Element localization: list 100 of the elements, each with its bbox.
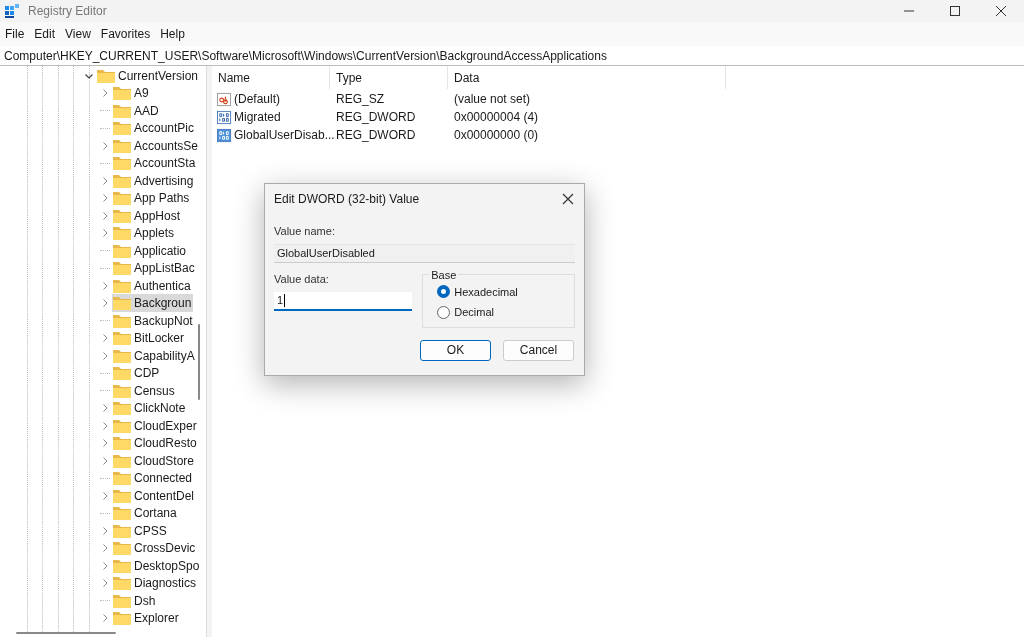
folder-icon (112, 120, 132, 137)
tree-item[interactable]: Backgroun (112, 294, 194, 313)
tree-item[interactable]: Applets (112, 224, 177, 243)
chevron-right-icon[interactable] (100, 210, 110, 221)
dialog-title: Edit DWORD (32-bit) Value (274, 190, 420, 208)
tree-item[interactable]: Diagnostics (112, 574, 199, 593)
folder-icon (112, 190, 132, 207)
tree-item[interactable]: ClickNote (112, 399, 188, 418)
folder-icon (112, 487, 132, 504)
dialog-button[interactable]: OK (420, 339, 491, 361)
table-cell-text: (value not set) (453, 91, 531, 108)
column-header[interactable]: Type (330, 66, 448, 89)
chevron-right-icon[interactable] (100, 403, 110, 414)
horizontal-scrollbar[interactable] (16, 632, 116, 634)
chevron-right-icon[interactable] (100, 613, 110, 624)
tree-item[interactable]: Census (112, 381, 177, 400)
chevron-right-icon[interactable] (100, 525, 110, 536)
tree-item[interactable]: Applicatio (112, 241, 189, 260)
folder-icon (112, 435, 132, 452)
chevron-right-icon[interactable] (100, 333, 110, 344)
tree-item[interactable]: Connected (112, 469, 195, 488)
chevron-right-icon[interactable] (100, 438, 110, 449)
chevron-right-icon[interactable] (100, 560, 110, 571)
menu-item[interactable]: File (1, 25, 29, 43)
radio-option[interactable]: Hexadecimal (437, 283, 574, 300)
tree-item[interactable]: DesktopSpo (112, 556, 202, 575)
folder-icon (112, 172, 132, 189)
value-name-field[interactable]: GlobalUserDisabled (274, 243, 575, 263)
tree-item[interactable]: CurrentVersion (96, 66, 201, 85)
radio-option[interactable]: Decimal (437, 304, 574, 321)
folder-icon (112, 417, 132, 434)
column-header[interactable]: Data (448, 66, 726, 89)
tree-item[interactable]: BackupNot (112, 311, 195, 330)
chevron-right-icon[interactable] (100, 490, 110, 501)
folder-icon (112, 312, 132, 329)
chevron-right-icon[interactable] (100, 175, 110, 186)
folder-icon (112, 365, 132, 382)
chevron-right-icon[interactable] (100, 140, 110, 151)
folder-icon (112, 610, 132, 627)
tree-item[interactable]: CloudResto (112, 434, 199, 453)
tree-item[interactable]: Authentica (112, 276, 193, 295)
chevron-right-icon[interactable] (100, 350, 110, 361)
folder-icon (112, 382, 132, 399)
tree-item[interactable]: App Paths (112, 189, 192, 208)
chevron-right-icon[interactable] (100, 543, 110, 554)
vertical-scrollbar[interactable] (198, 324, 200, 400)
field-label: Value data: (274, 271, 330, 287)
close-icon[interactable] (562, 192, 574, 205)
table-cell-text: 0x00000004 (4) (453, 109, 539, 126)
tree-item[interactable]: AppHost (112, 206, 183, 225)
value-name[interactable]: GlobalUserDisab... (234, 126, 335, 144)
tree-item[interactable]: AppListBac (112, 259, 197, 278)
folder-icon (112, 522, 132, 539)
column-header[interactable]: Name (212, 66, 330, 89)
tree-item[interactable]: BitLocker (112, 329, 187, 348)
tree-item[interactable]: AccountSta (112, 154, 198, 173)
dialog-button[interactable]: Cancel (503, 339, 574, 361)
tree-item[interactable]: ContentDel (112, 486, 197, 505)
menu-item[interactable]: Help (156, 25, 189, 43)
chevron-right-icon[interactable] (100, 88, 110, 99)
folder-icon (112, 85, 132, 102)
tree-item[interactable]: AAD (112, 101, 161, 120)
folder-icon (112, 277, 132, 294)
chevron-right-icon[interactable] (100, 578, 110, 589)
tree-item[interactable]: CloudStore (112, 451, 197, 470)
folder-icon (112, 330, 132, 347)
tree-item[interactable]: CDP (112, 364, 162, 383)
tree-item[interactable]: Advertising (112, 171, 196, 190)
table-cell-text: 0x00000000 (0) (453, 127, 539, 144)
tree-item[interactable]: CapabilityA (112, 346, 197, 365)
tree-item[interactable]: CloudExper (112, 416, 199, 435)
folder-icon (112, 242, 132, 259)
value-data-field[interactable]: 1 (274, 292, 413, 311)
menu-item[interactable]: View (61, 25, 95, 43)
tree-item[interactable]: AccountsSe (112, 136, 201, 155)
folder-icon (112, 470, 132, 487)
tree-item[interactable]: A9 (112, 84, 151, 103)
tree-item[interactable]: CrossDevic (112, 539, 198, 558)
chevron-right-icon[interactable] (100, 193, 110, 204)
tree-item[interactable]: Cortana (112, 504, 179, 523)
folder-icon (112, 295, 132, 312)
chevron-right-icon[interactable] (100, 228, 110, 239)
folder-icon (112, 505, 132, 522)
menu-item[interactable]: Favorites (96, 25, 155, 43)
folder-icon (96, 67, 116, 84)
folder-icon (112, 452, 132, 469)
chevron-right-icon[interactable] (100, 280, 110, 291)
tree-item[interactable]: AccountPic (112, 119, 197, 138)
folder-icon (112, 225, 132, 242)
chevron-right-icon[interactable] (100, 455, 110, 466)
field-label: Value name: (274, 224, 336, 239)
chevron-right-icon[interactable] (100, 420, 110, 431)
value-name[interactable]: (Default) (234, 90, 280, 108)
tree-item[interactable]: CPSS (112, 521, 169, 540)
table-cell-text: REG_SZ (335, 91, 385, 108)
tree-item[interactable]: Explorer (112, 609, 181, 628)
value-name[interactable]: Migrated (234, 108, 281, 126)
tree-item[interactable]: Dsh (112, 591, 158, 610)
menu-item[interactable]: Edit (30, 25, 60, 43)
chevron-right-icon[interactable] (100, 298, 110, 309)
